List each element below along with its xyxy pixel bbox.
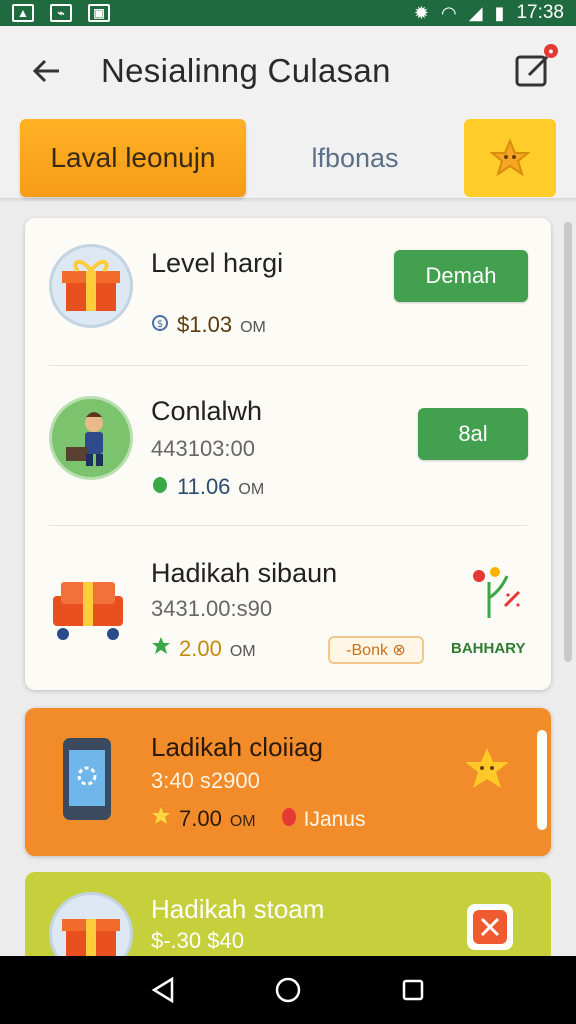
chart-icon: ⌁	[50, 4, 72, 22]
page-title: Nesialinng Culasan	[101, 52, 391, 89]
amount-value: 2.00	[179, 636, 222, 661]
edit-button[interactable]: ●	[514, 44, 558, 90]
nav-home-button[interactable]	[268, 970, 308, 1010]
gift-cart-image	[47, 566, 131, 646]
battery-icon: ▮	[494, 2, 505, 23]
app-bar: Nesialinng Culasan ●	[0, 26, 576, 116]
status-bar: ▲ ⌁ ▣ ✹ ◠ ◢ ▮ 17:38	[0, 0, 576, 26]
back-button[interactable]	[17, 41, 77, 101]
promo-subtitle: $-.30 $40	[151, 928, 244, 953]
notification-dot: ●	[544, 44, 558, 58]
tag-label: BAHHARY	[451, 640, 526, 657]
item-amount: 11.06 OM	[151, 474, 264, 500]
amount-unit: OM	[240, 319, 266, 336]
scrollbar[interactable]	[564, 222, 572, 662]
star-icon	[152, 637, 170, 654]
back-arrow-icon	[32, 59, 59, 83]
amount-value: 7.00	[179, 806, 222, 831]
fire-icon	[281, 808, 296, 826]
phone-image	[61, 736, 113, 822]
item-title: Hadikah sibaun	[151, 558, 338, 588]
person-icon	[66, 412, 103, 466]
close-icon	[473, 910, 507, 944]
item-title: Level hargi	[151, 248, 284, 278]
item-title: Conlalwh	[151, 396, 263, 426]
item-subtitle: 443103:00	[151, 436, 255, 461]
item-amount: $ $1.03 OM	[151, 312, 266, 338]
svg-text:$: $	[157, 319, 163, 330]
list-item[interactable]: Level hargi $ $1.03 OM Demah	[25, 218, 551, 366]
list-item[interactable]: Hadikah sibaun 3431.00:s90 2.00 OM -Bonk…	[25, 526, 551, 690]
amount-unit: OM	[229, 643, 256, 660]
rewards-card: Level hargi $ $1.03 OM Demah Conlalwh 44…	[25, 218, 551, 690]
nav-recents-button[interactable]	[393, 970, 433, 1010]
star-badge	[463, 746, 511, 797]
gift-icon	[62, 260, 120, 311]
bonus-label: IJanus	[303, 808, 366, 831]
tab-bar: Laval leonujn lfbonas	[0, 116, 576, 200]
tab-level[interactable]: Laval leonujn	[20, 119, 246, 197]
list-item[interactable]: Conlalwh 443103:00 11.06 OM 8al	[25, 366, 551, 526]
promo-title: Hadikah stoam	[151, 894, 325, 924]
settings-icon: ✹	[413, 2, 429, 23]
amount-value: 11.06	[177, 474, 231, 499]
notification-icon: ▲	[12, 4, 34, 22]
triangle-back-icon	[151, 976, 173, 1004]
image-icon: ▣	[88, 4, 110, 22]
promo-subtitle: 3:40 s2900	[151, 768, 260, 793]
flower-icon	[473, 567, 521, 618]
item-amount: 2.00 OM	[151, 636, 256, 662]
promo-amount: 7.00 OM IJanus	[151, 806, 365, 832]
star-icon	[465, 748, 509, 788]
circle-home-icon	[275, 977, 301, 1003]
star-icon	[152, 807, 170, 824]
promo-title: Ladikah cloiiag	[151, 732, 324, 762]
item-subtitle: 3431.00:s90	[151, 596, 273, 621]
bonus-pill[interactable]: -Bonk ⊗	[328, 636, 424, 664]
leaf-icon	[153, 477, 167, 493]
wifi-icon: ◠	[440, 2, 457, 23]
tabs-divider	[0, 198, 576, 202]
gift-avatar	[49, 244, 133, 328]
system-nav-bar	[0, 956, 576, 1024]
signal-icon: ◢	[468, 2, 483, 23]
tab-rewards[interactable]	[464, 119, 556, 197]
amount-value: $1.03	[177, 312, 233, 337]
flower-image	[467, 562, 523, 622]
amount-unit: OM	[229, 813, 256, 830]
gift-cart-icon	[53, 582, 123, 640]
star-icon	[490, 139, 530, 177]
demah-button[interactable]: Demah	[394, 250, 528, 302]
close-button[interactable]	[467, 904, 513, 950]
sal-button[interactable]: 8al	[418, 408, 528, 460]
tab-bonus[interactable]: lfbonas	[260, 119, 450, 197]
person-avatar	[49, 396, 133, 480]
square-recents-icon	[403, 979, 424, 1001]
coin-icon: $	[152, 315, 168, 331]
promo-card-orange[interactable]: Ladikah cloiiag 3:40 s2900 7.00 OM IJanu…	[25, 708, 551, 856]
status-time: 17:38	[516, 2, 564, 23]
card-scroll-indicator	[537, 730, 547, 830]
nav-back-button[interactable]	[143, 970, 183, 1010]
phone-icon	[63, 738, 111, 820]
amount-unit: OM	[238, 481, 265, 498]
